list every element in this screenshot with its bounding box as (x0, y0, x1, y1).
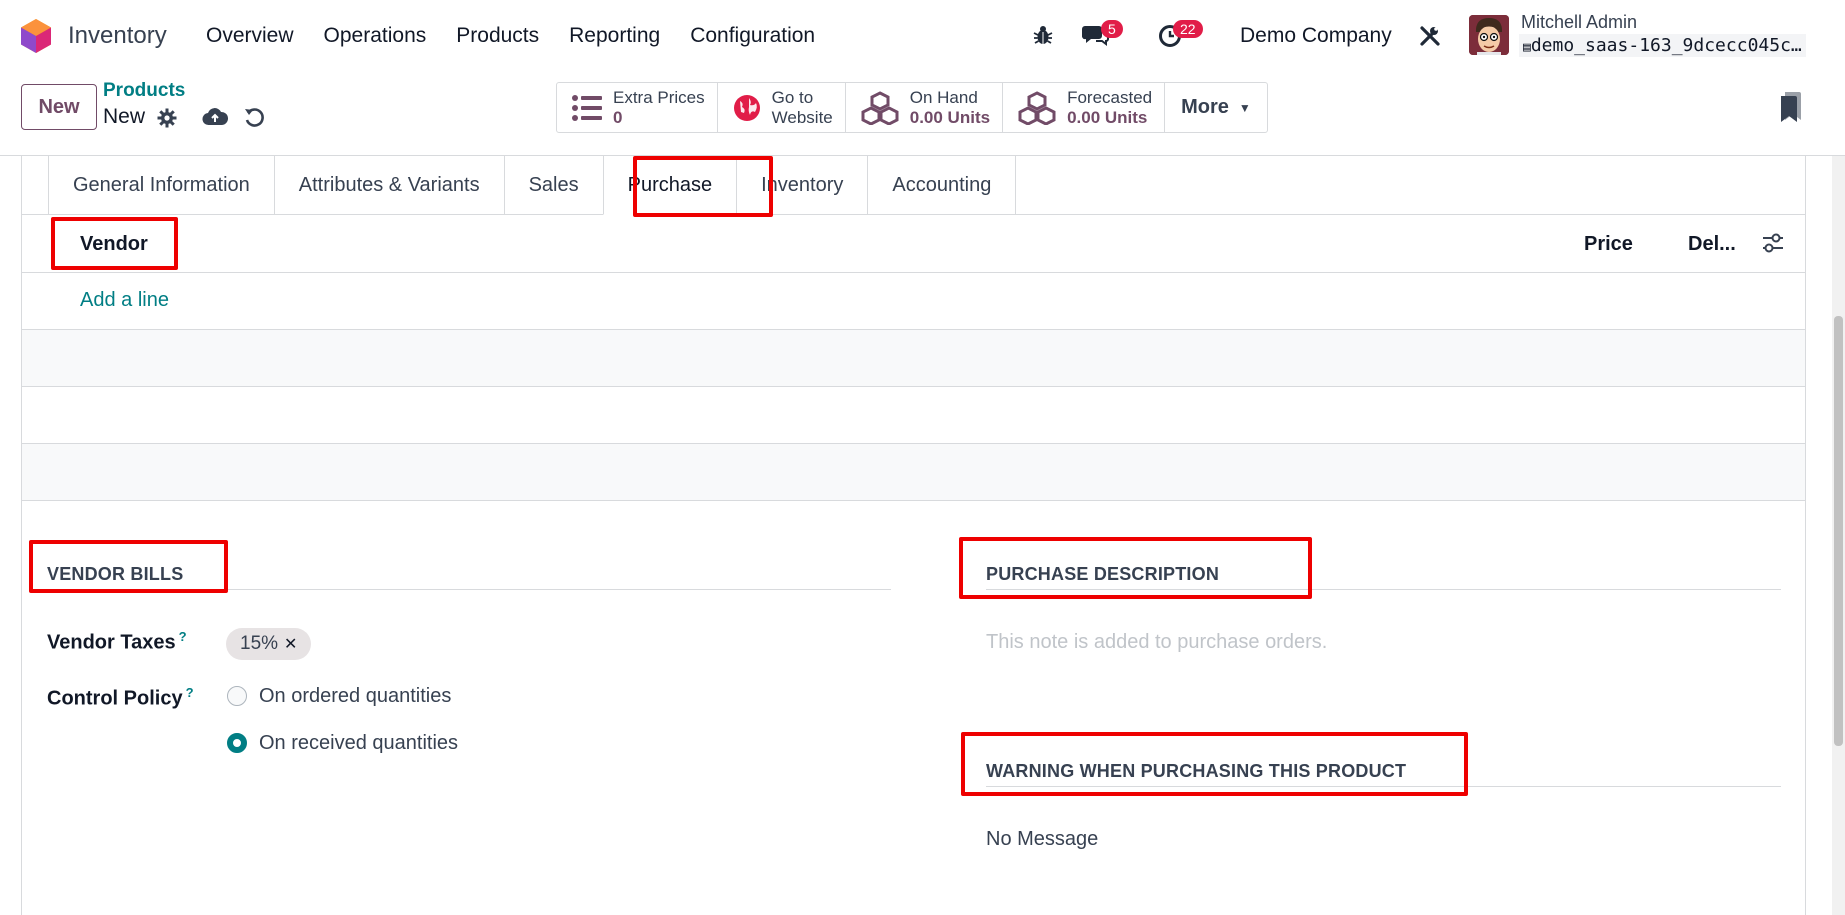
activities-button[interactable]: 22 (1158, 20, 1203, 50)
menu-reporting[interactable]: Reporting (569, 24, 660, 48)
forecasted-button[interactable]: Forecasted 0.00 Units (1003, 83, 1166, 132)
form-sheet: General Information Attributes & Variant… (21, 156, 1806, 915)
user-avatar-icon (1469, 15, 1509, 55)
company-switcher[interactable]: Demo Company (1240, 24, 1392, 48)
ordered-quantities-label[interactable]: On ordered quantities (259, 685, 451, 708)
vendor-bills-title: VENDOR BILLS (47, 564, 184, 584)
help-icon[interactable]: ? (186, 685, 194, 700)
add-a-line-link[interactable]: Add a line (80, 289, 169, 312)
control-policy-text: Control Policy (47, 687, 183, 710)
database-label: demo_saas-163_9dcecc045c… (1530, 35, 1802, 56)
menu-overview[interactable]: Overview (206, 24, 294, 48)
scrollbar[interactable] (1832, 156, 1845, 915)
smart-buttons: Extra Prices 0 Go to Website On Hand 0.00 U… (556, 82, 1268, 133)
go-to-website-button[interactable]: Go to Website (718, 83, 846, 132)
tax-tag-label: 15% (240, 633, 279, 654)
tab-purchase[interactable]: Purchase (602, 156, 738, 215)
top-navbar: Inventory Overview Operations Products R… (0, 0, 1845, 72)
menu-configuration[interactable]: Configuration (690, 24, 815, 48)
tab-accounting[interactable]: Accounting (867, 156, 1017, 215)
caret-down-icon: ▼ (1238, 100, 1251, 115)
inventory-app-icon[interactable] (20, 18, 52, 54)
more-button[interactable]: More ▼ (1165, 83, 1267, 132)
control-panel: New Products New Extra Prices 0 Go to We… (0, 72, 1845, 156)
section-divider (986, 589, 1781, 590)
database-icon: ▤ (1523, 40, 1531, 55)
cubes-icon (1018, 90, 1056, 125)
table-row: Add a line (22, 273, 1805, 330)
section-divider (47, 589, 891, 590)
save-cloud-icon[interactable] (202, 106, 228, 128)
tax-tag: 15% ✕ (226, 628, 312, 660)
table-row (22, 387, 1805, 444)
extra-prices-value: 0 (613, 107, 623, 127)
breadcrumb-products[interactable]: Products (103, 80, 185, 102)
purchase-description-title: PURCHASE DESCRIPTION (986, 564, 1220, 584)
control-policy-label: Control Policy? (47, 685, 194, 711)
column-price[interactable]: Price (1584, 233, 1633, 256)
more-label: More (1181, 96, 1229, 118)
vendor-taxes-text: Vendor Taxes (47, 631, 176, 654)
radio-received-quantities[interactable] (227, 733, 247, 753)
messages-button[interactable]: 5 (1081, 20, 1123, 50)
purchase-warning-title: WARNING WHEN PURCHASING THIS PRODUCT (986, 761, 1407, 781)
section-divider (986, 786, 1781, 787)
tab-general-information[interactable]: General Information (48, 156, 275, 215)
on-hand-button[interactable]: On Hand 0.00 Units (846, 83, 1004, 132)
website-title: Go to (771, 87, 814, 107)
avatar[interactable] (1469, 15, 1509, 55)
new-button[interactable]: New (21, 84, 97, 130)
bookmark-icon[interactable] (1779, 92, 1803, 122)
tools-icon[interactable] (1418, 24, 1442, 48)
extra-prices-button[interactable]: Extra Prices 0 (557, 83, 718, 132)
user-name[interactable]: Mitchell Admin (1521, 12, 1637, 33)
activities-badge: 22 (1173, 20, 1203, 38)
radio-ordered-quantities[interactable] (227, 686, 247, 706)
column-delivery[interactable]: Del... (1688, 233, 1736, 256)
gear-icon[interactable] (157, 108, 177, 128)
column-settings-icon[interactable] (1761, 232, 1785, 254)
extra-prices-title: Extra Prices (613, 87, 705, 107)
discard-icon[interactable] (243, 106, 265, 128)
tab-inventory[interactable]: Inventory (736, 156, 869, 215)
purchase-description-field[interactable]: This note is added to purchase orders. (986, 631, 1327, 654)
on-hand-title: On Hand (909, 87, 978, 107)
website-value: Website (771, 107, 833, 127)
vendor-taxes-label: Vendor Taxes? (47, 629, 187, 655)
menu-products[interactable]: Products (456, 24, 539, 48)
app-name[interactable]: Inventory (68, 22, 167, 50)
cubes-icon (861, 90, 899, 125)
help-icon[interactable]: ? (179, 629, 187, 644)
table-row (22, 444, 1805, 501)
notebook-tabs: General Information Attributes & Variant… (48, 156, 1017, 215)
received-quantities-label[interactable]: On received quantities (259, 732, 458, 755)
main-menu: Overview Operations Products Reporting C… (206, 24, 815, 48)
scrollbar-thumb[interactable] (1834, 316, 1843, 746)
globe-icon (733, 94, 760, 121)
database-name: ▤demo_saas-163_9dcecc045c… (1519, 34, 1806, 57)
on-hand-value: 0.00 Units (909, 107, 991, 127)
list-icon (572, 94, 602, 121)
purchase-warning-select[interactable]: No Message (986, 828, 1098, 851)
breadcrumb-current: New (103, 105, 146, 128)
table-row (22, 330, 1805, 387)
vendor-table-header: Vendor Price Del... (22, 215, 1805, 273)
forecasted-title: Forecasted (1067, 87, 1153, 107)
remove-tag-icon[interactable]: ✕ (284, 634, 297, 654)
messages-badge: 5 (1101, 20, 1123, 38)
menu-operations[interactable]: Operations (324, 24, 427, 48)
tab-attributes-variants[interactable]: Attributes & Variants (273, 156, 505, 215)
bug-icon[interactable] (1032, 24, 1054, 46)
tab-sales[interactable]: Sales (503, 156, 604, 215)
column-vendor[interactable]: Vendor (80, 233, 148, 256)
forecasted-value: 0.00 Units (1067, 107, 1148, 127)
